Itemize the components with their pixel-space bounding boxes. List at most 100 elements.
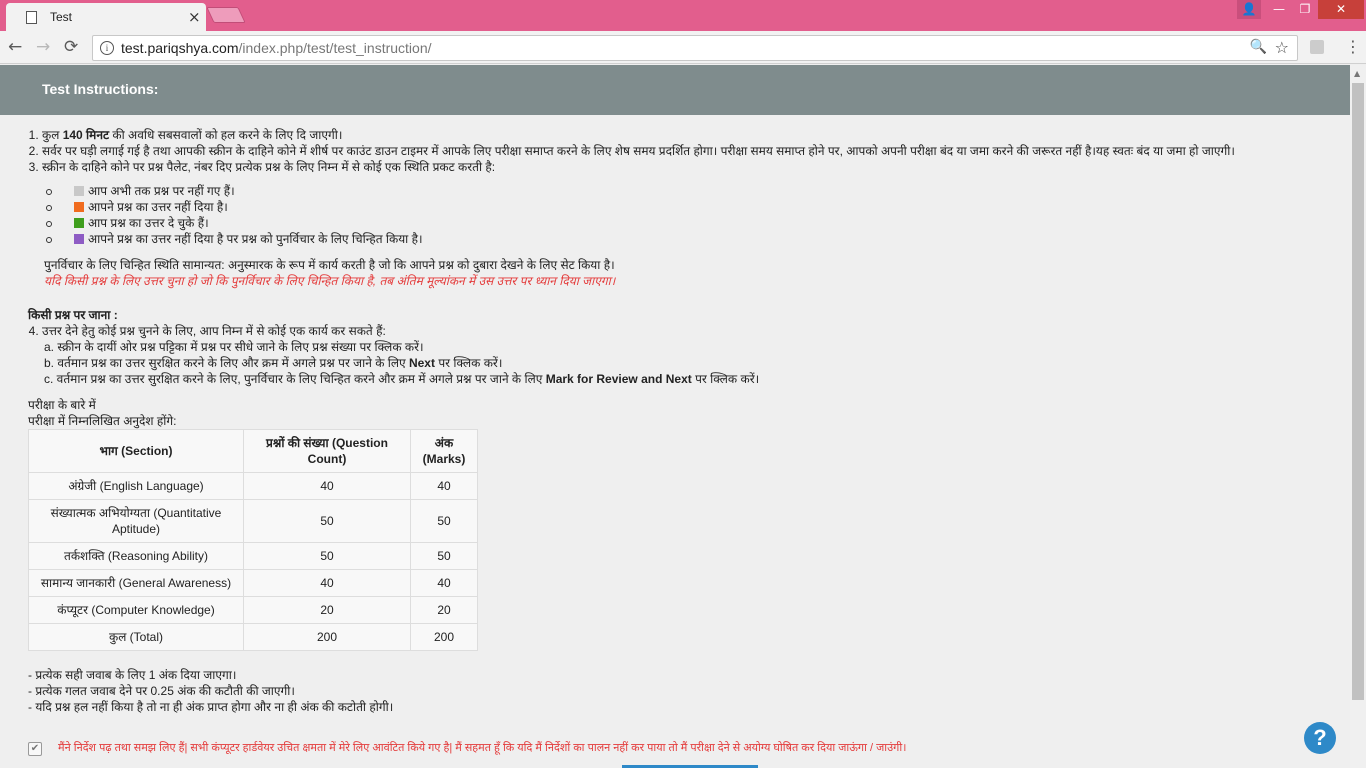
column-header: प्रश्नों की संख्या (Question Count) xyxy=(243,429,411,473)
table-cell: 50 xyxy=(243,499,411,543)
browser-menu-icon[interactable]: ⋮ xyxy=(1345,37,1361,56)
url-text[interactable]: test.pariqshya.com/index.php/test/test_i… xyxy=(121,40,432,56)
instruction-3: स्क्रीन के दाहिने कोने पर प्रश्न पैलेट, … xyxy=(42,159,1318,175)
tab-close-icon[interactable]: × xyxy=(188,8,201,26)
table-cell: 20 xyxy=(243,596,411,624)
minimize-button[interactable]: — xyxy=(1266,0,1292,19)
column-header: अंक (Marks) xyxy=(410,429,478,473)
about-subheading: परीक्षा में निम्नलिखित अनुदेश होंगे: xyxy=(28,414,177,428)
url-host: test.pariqshya.com xyxy=(121,40,239,56)
duration: 140 मिनट xyxy=(62,128,110,142)
instruction-4: उत्तर देने हेतु कोई प्रश्न चुनने के लिए,… xyxy=(42,323,1318,339)
mark-review-keyword: Mark for Review and Next xyxy=(545,372,692,386)
address-bar[interactable]: i test.pariqshya.com/index.php/test/test… xyxy=(92,35,1298,61)
instructions-body: कुल 140 मिनट की अवधि सबसवालों को हल करने… xyxy=(28,127,1318,715)
sub-instruction-b: b. वर्तमान प्रश्न का उत्तर सुरक्षित करने… xyxy=(44,355,1318,371)
next-keyword: Next xyxy=(408,356,435,370)
table-cell: 40 xyxy=(410,472,478,500)
table-cell: तर्कशक्ति (Reasoning Ability) xyxy=(28,542,244,570)
legend-item: आपने प्रश्न का उत्तर नहीं दिया है। xyxy=(46,199,1318,215)
review-note: पुनर्विचार के लिए चिन्हित स्थिति सामान्य… xyxy=(44,258,615,272)
maximize-button[interactable]: ❐ xyxy=(1292,0,1318,19)
table-cell: 50 xyxy=(410,499,478,543)
table-cell: कंप्यूटर (Computer Knowledge) xyxy=(28,596,244,624)
sub-instruction-c: c. वर्तमान प्रश्न का उत्तर सुरक्षित करने… xyxy=(44,371,1318,387)
instruction-2: सर्वर पर घड़ी लगाई गई है तथा आपकी स्क्री… xyxy=(42,143,1318,159)
scroll-thumb[interactable] xyxy=(1352,83,1364,700)
reload-icon[interactable]: ⟳ xyxy=(64,37,78,57)
instruction-1-text: कुल xyxy=(42,128,63,142)
instruction-list-2: उत्तर देने हेतु कोई प्रश्न चुनने के लिए,… xyxy=(28,323,1318,339)
status-swatch xyxy=(74,218,84,228)
table-cell: अंग्रेजी (English Language) xyxy=(28,472,244,500)
table-cell: 40 xyxy=(243,569,411,597)
user-icon[interactable]: 👤 xyxy=(1237,0,1261,19)
back-icon[interactable]: ← xyxy=(8,37,22,57)
sub-c-text-end: पर क्लिक करें। xyxy=(691,372,760,386)
agree-checkbox[interactable]: ✔ xyxy=(28,742,42,756)
table-cell: कुल (Total) xyxy=(28,623,244,651)
page-icon xyxy=(26,11,37,24)
forward-icon[interactable]: → xyxy=(36,37,50,57)
bookmark-star-icon[interactable]: ☆ xyxy=(1275,38,1289,57)
table-cell: 200 xyxy=(410,623,478,651)
info-icon[interactable]: i xyxy=(100,41,114,55)
table-header-row: भाग (Section) प्रश्नों की संख्या (Questi… xyxy=(28,429,478,473)
instruction-1: कुल 140 मिनट की अवधि सबसवालों को हल करने… xyxy=(42,127,1318,143)
status-swatch xyxy=(74,186,84,196)
url-path: /index.php/test/test_instruction/ xyxy=(238,40,432,56)
sub-b-text-end: पर क्लिक करें। xyxy=(434,356,503,370)
page-content: Test Instructions: कुल 140 मिनट की अवधि … xyxy=(0,65,1350,768)
table-row: कंप्यूटर (Computer Knowledge) 20 20 xyxy=(28,596,478,624)
table-row: तर्कशक्ति (Reasoning Ability) 50 50 xyxy=(28,542,478,570)
help-button[interactable]: ? xyxy=(1304,722,1336,754)
table-cell: सामान्य जानकारी (General Awareness) xyxy=(28,569,244,597)
sub-b-text: b. वर्तमान प्रश्न का उत्तर सुरक्षित करने… xyxy=(44,356,409,370)
instruction-1-text-end: की अवधि सबसवालों को हल करने के लिए दि जा… xyxy=(109,128,343,142)
table-cell: 20 xyxy=(410,596,478,624)
navigation-heading: किसी प्रश्न पर जाना : xyxy=(28,308,118,322)
rule-wrong: - प्रत्येक गलत जवाब देने पर 0.25 अंक की … xyxy=(28,684,295,698)
tab-title: Test xyxy=(50,10,73,24)
new-tab-button[interactable] xyxy=(206,7,246,23)
status-swatch xyxy=(74,202,84,212)
table-cell: 200 xyxy=(243,623,411,651)
legend-text: आपने प्रश्न का उत्तर नहीं दिया है। xyxy=(88,200,228,214)
legend-item: आप प्रश्न का उत्तर दे चुके हैं। xyxy=(46,215,1318,231)
status-swatch xyxy=(74,234,84,244)
sub-c-text: c. वर्तमान प्रश्न का उत्तर सुरक्षित करने… xyxy=(44,372,546,386)
review-warning: यदि किसी प्रश्न के लिए उत्तर चुना हो जो … xyxy=(44,274,616,288)
legend-text: आप अभी तक प्रश्न पर नहीं गए हैं। xyxy=(88,184,235,198)
browser-toolbar: ← → ⟳ i test.pariqshya.com/index.php/tes… xyxy=(0,31,1366,64)
table-cell: 40 xyxy=(410,569,478,597)
table-row: अंग्रेजी (English Language) 40 40 xyxy=(28,472,478,500)
browser-tab[interactable]: Test × xyxy=(6,3,206,31)
status-legend: आप अभी तक प्रश्न पर नहीं गए हैं। आपने प्… xyxy=(46,183,1318,247)
rule-correct: - प्रत्येक सही जवाब के लिए 1 अंक दिया जा… xyxy=(28,668,237,682)
legend-text: आपने प्रश्न का उत्तर नहीं दिया है पर प्र… xyxy=(88,232,423,246)
marks-table: भाग (Section) प्रश्नों की संख्या (Questi… xyxy=(28,429,478,651)
about-heading: परीक्षा के बारे में xyxy=(28,398,96,412)
title-bar: Test × 👤 — ❐ ✕ xyxy=(0,0,1366,31)
legend-item: आप अभी तक प्रश्न पर नहीं गए हैं। xyxy=(46,183,1318,199)
marking-rules: - प्रत्येक सही जवाब के लिए 1 अंक दिया जा… xyxy=(28,667,1318,715)
scroll-up-icon[interactable]: ▲ xyxy=(1354,69,1360,78)
extension-icon[interactable] xyxy=(1310,40,1324,54)
legend-text: आप प्रश्न का उत्तर दे चुके हैं। xyxy=(88,216,209,230)
close-window-button[interactable]: ✕ xyxy=(1318,0,1364,19)
legend-item: आपने प्रश्न का उत्तर नहीं दिया है पर प्र… xyxy=(46,231,1318,247)
zoom-icon[interactable]: 🔍 xyxy=(1250,39,1267,55)
table-cell: 50 xyxy=(410,542,478,570)
table-body: अंग्रेजी (English Language) 40 40 संख्यात्म… xyxy=(28,472,478,651)
scrollbar[interactable]: ▲ xyxy=(1350,65,1366,768)
instruction-list: कुल 140 मिनट की अवधि सबसवालों को हल करने… xyxy=(28,127,1318,175)
rule-unattempted: - यदि प्रश्न हल नहीं किया है तो ना ही अं… xyxy=(28,700,394,714)
table-row: संख्यात्मक अभियोग्यता (Quantitative Apti… xyxy=(28,499,478,543)
table-row: कुल (Total) 200 200 xyxy=(28,623,478,651)
instructions-header: Test Instructions: xyxy=(0,65,1350,115)
table-cell: 40 xyxy=(243,472,411,500)
table-cell: संख्यात्मक अभियोग्यता (Quantitative Apti… xyxy=(28,499,244,543)
table-cell: 50 xyxy=(243,542,411,570)
page-title: Test Instructions: xyxy=(42,81,159,97)
sub-instruction-a: a. स्क्रीन के दायीं ओर प्रश्न पट्टिका मे… xyxy=(44,340,424,354)
